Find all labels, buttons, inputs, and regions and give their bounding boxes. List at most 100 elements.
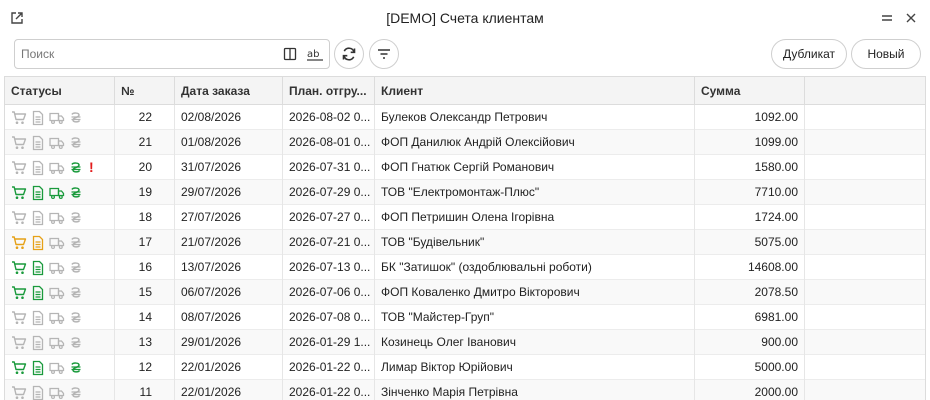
sum-cell: 1099.00 bbox=[695, 130, 805, 155]
truck-icon bbox=[49, 260, 65, 276]
toolbar: ab Дубликат Новый bbox=[0, 36, 930, 72]
table-row[interactable]: 11 22/01/2026 2026-01-22 0... Зінченко М… bbox=[5, 380, 925, 400]
duplicate-button[interactable]: Дубликат bbox=[771, 39, 847, 69]
sum-cell: 5000.00 bbox=[695, 355, 805, 380]
match-case-icon[interactable]: ab bbox=[304, 43, 326, 65]
status-cell bbox=[5, 280, 115, 305]
truck-icon bbox=[49, 110, 65, 126]
filler-cell bbox=[805, 255, 925, 280]
status-cell bbox=[5, 130, 115, 155]
order-date-cell: 02/08/2026 bbox=[175, 105, 283, 130]
table-row[interactable]: 13 29/01/2026 2026-01-29 1... Козинець О… bbox=[5, 330, 925, 355]
document-icon bbox=[30, 360, 46, 376]
cart-icon bbox=[11, 285, 27, 301]
truck-icon bbox=[49, 385, 65, 400]
cart-icon bbox=[11, 160, 27, 176]
hryvnia-icon bbox=[68, 285, 84, 301]
client-cell: ФОП Коваленко Дмитро Вікторович bbox=[375, 280, 695, 305]
document-icon bbox=[30, 210, 46, 226]
filler-cell bbox=[805, 105, 925, 130]
refresh-button[interactable] bbox=[334, 39, 364, 69]
close-icon[interactable] bbox=[902, 9, 920, 27]
number-cell: 22 bbox=[115, 105, 175, 130]
truck-icon bbox=[49, 135, 65, 151]
document-icon bbox=[30, 160, 46, 176]
planned-shipment-cell: 2026-07-31 0... bbox=[283, 155, 375, 180]
table-row[interactable]: 14 08/07/2026 2026-07-08 0... ТОВ "Майст… bbox=[5, 305, 925, 330]
col-filler bbox=[805, 77, 925, 105]
table-row[interactable]: ! 20 31/07/2026 2026-07-31 0... ФОП Гнат… bbox=[5, 155, 925, 180]
planned-shipment-cell: 2026-08-02 0... bbox=[283, 105, 375, 130]
col-planned-shipment[interactable]: План. отгру... bbox=[283, 77, 375, 105]
planned-shipment-cell: 2026-07-27 0... bbox=[283, 205, 375, 230]
new-button[interactable]: Новый bbox=[851, 39, 921, 69]
truck-icon bbox=[49, 360, 65, 376]
hryvnia-icon bbox=[68, 335, 84, 351]
planned-shipment-cell: 2026-07-08 0... bbox=[283, 305, 375, 330]
svg-text:ab: ab bbox=[307, 49, 319, 60]
filter-icon bbox=[378, 49, 390, 59]
document-icon bbox=[30, 285, 46, 301]
title-bar: [DEMO] Счета клиентам bbox=[0, 0, 930, 36]
table-row[interactable]: 22 02/08/2026 2026-08-02 0... Булеков Ол… bbox=[5, 105, 925, 130]
table-row[interactable]: 18 27/07/2026 2026-07-27 0... ФОП Петриш… bbox=[5, 205, 925, 230]
table-header: Статусы № Дата заказа План. отгру... Кли… bbox=[5, 77, 925, 105]
filler-cell bbox=[805, 380, 925, 400]
number-cell: 18 bbox=[115, 205, 175, 230]
sum-cell: 1724.00 bbox=[695, 205, 805, 230]
status-cell bbox=[5, 330, 115, 355]
sum-cell: 6981.00 bbox=[695, 305, 805, 330]
col-sum[interactable]: Сумма bbox=[695, 77, 805, 105]
cart-icon bbox=[11, 335, 27, 351]
truck-icon bbox=[49, 235, 65, 251]
cart-icon bbox=[11, 385, 27, 400]
table-row[interactable]: 16 13/07/2026 2026-07-13 0... БК "Затишо… bbox=[5, 255, 925, 280]
truck-icon bbox=[49, 185, 65, 201]
col-number[interactable]: № bbox=[115, 77, 175, 105]
client-cell: ТОВ "Майстер-Груп" bbox=[375, 305, 695, 330]
search-input[interactable] bbox=[15, 47, 279, 61]
filler-cell bbox=[805, 180, 925, 205]
table-row[interactable]: 21 01/08/2026 2026-08-01 0... ФОП Данилю… bbox=[5, 130, 925, 155]
table-row[interactable]: 17 21/07/2026 2026-07-21 0... ТОВ "Будів… bbox=[5, 230, 925, 255]
col-statuses[interactable]: Статусы bbox=[5, 77, 115, 105]
planned-shipment-cell: 2026-08-01 0... bbox=[283, 130, 375, 155]
document-icon bbox=[30, 310, 46, 326]
hryvnia-icon bbox=[68, 260, 84, 276]
filler-cell bbox=[805, 230, 925, 255]
filter-button[interactable] bbox=[369, 39, 399, 69]
cart-icon bbox=[11, 260, 27, 276]
filler-cell bbox=[805, 330, 925, 355]
sum-cell: 5075.00 bbox=[695, 230, 805, 255]
cart-icon bbox=[11, 310, 27, 326]
minimize-icon[interactable] bbox=[878, 9, 896, 27]
status-cell bbox=[5, 230, 115, 255]
order-date-cell: 13/07/2026 bbox=[175, 255, 283, 280]
status-cell bbox=[5, 380, 115, 400]
table-row[interactable]: 12 22/01/2026 2026-01-22 0... Лимар Вікт… bbox=[5, 355, 925, 380]
document-icon bbox=[30, 385, 46, 400]
client-cell: ФОП Данилюк Андрій Олексійович bbox=[375, 130, 695, 155]
col-order-date[interactable]: Дата заказа bbox=[175, 77, 283, 105]
table-row[interactable]: 19 29/07/2026 2026-07-29 0... ТОВ "Елект… bbox=[5, 180, 925, 205]
refresh-icon bbox=[342, 47, 356, 61]
document-icon bbox=[30, 235, 46, 251]
client-cell: ФОП Петришин Олена Ігорівна bbox=[375, 205, 695, 230]
filler-cell bbox=[805, 130, 925, 155]
filler-cell bbox=[805, 305, 925, 330]
col-client[interactable]: Клиент bbox=[375, 77, 695, 105]
planned-shipment-cell: 2026-07-13 0... bbox=[283, 255, 375, 280]
window-title: [DEMO] Счета клиентам bbox=[386, 10, 544, 26]
client-cell: Козинець Олег Іванович bbox=[375, 330, 695, 355]
filler-cell bbox=[805, 355, 925, 380]
cart-icon bbox=[11, 210, 27, 226]
table-body: 22 02/08/2026 2026-08-02 0... Булеков Ол… bbox=[5, 105, 925, 400]
order-date-cell: 08/07/2026 bbox=[175, 305, 283, 330]
cart-icon bbox=[11, 235, 27, 251]
alert-icon: ! bbox=[89, 159, 94, 175]
client-cell: Лимар Віктор Юрійович bbox=[375, 355, 695, 380]
client-cell: ФОП Гнатюк Сергій Романович bbox=[375, 155, 695, 180]
split-view-icon[interactable] bbox=[279, 43, 301, 65]
table-row[interactable]: 15 06/07/2026 2026-07-06 0... ФОП Ковале… bbox=[5, 280, 925, 305]
sum-cell: 7710.00 bbox=[695, 180, 805, 205]
